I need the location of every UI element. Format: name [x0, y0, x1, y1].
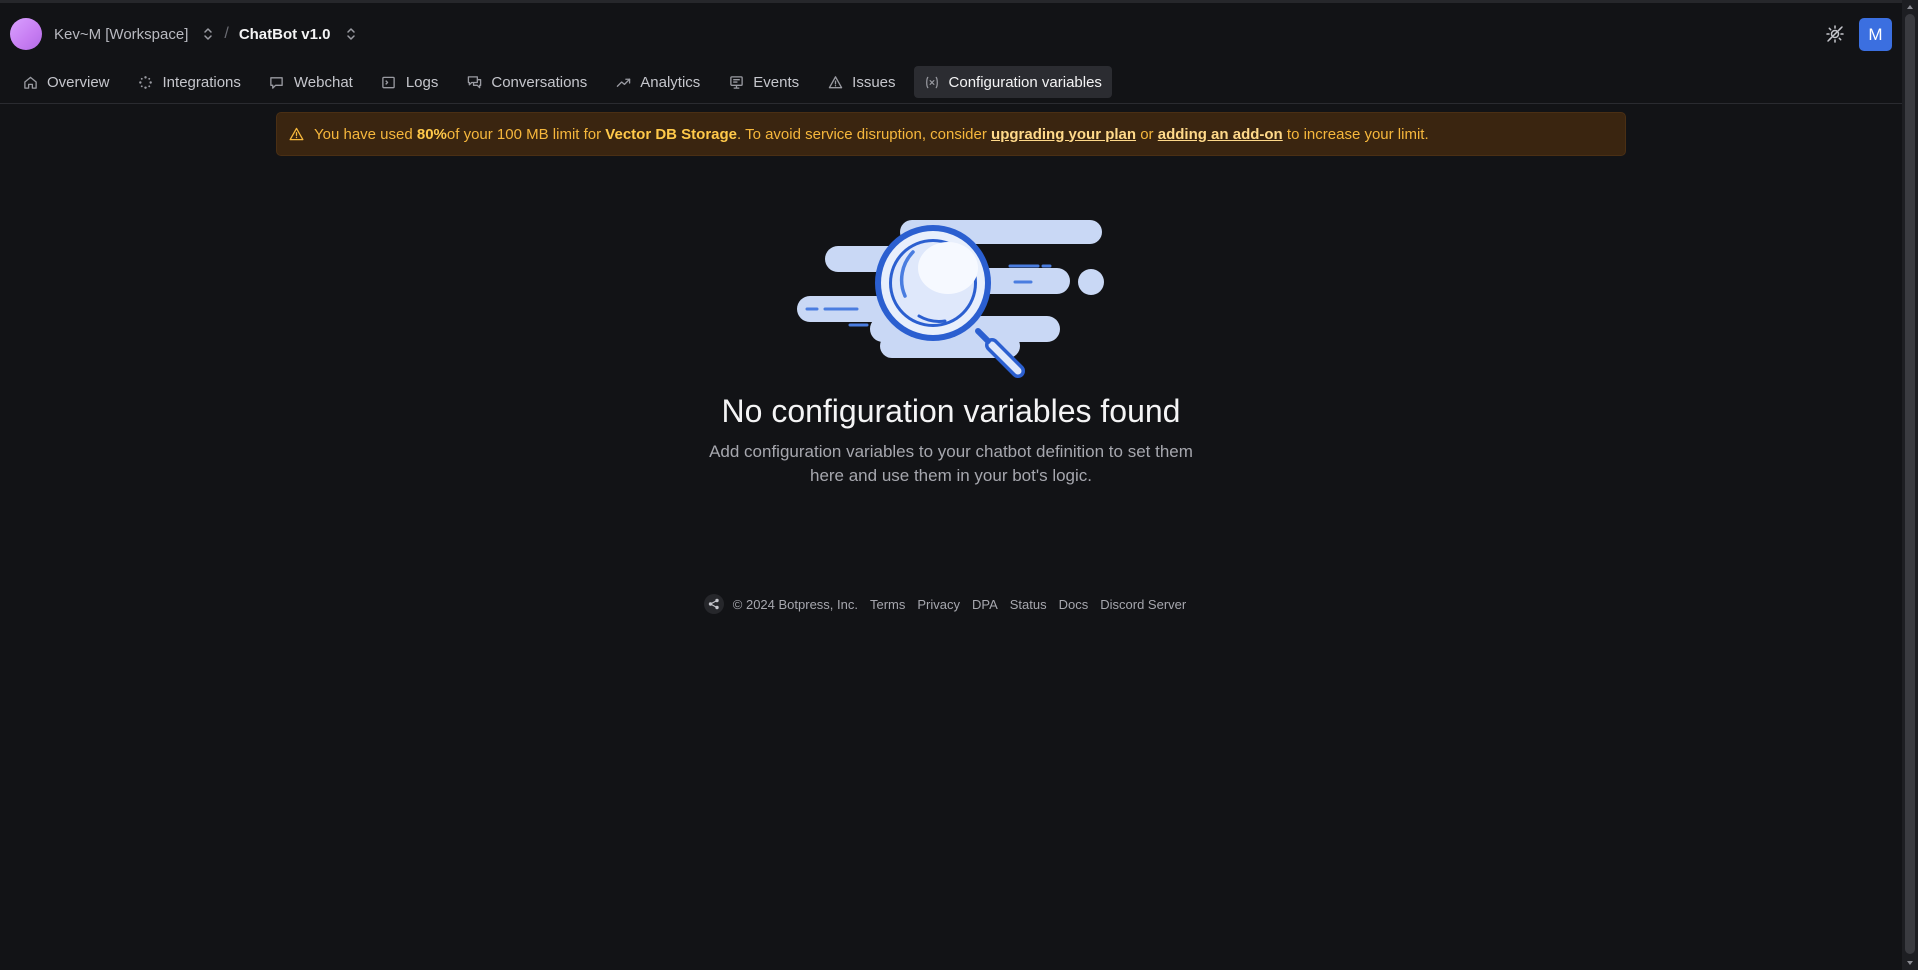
chat-bubble-icon: [269, 74, 285, 90]
tab-label: Analytics: [640, 73, 701, 91]
warning-icon: [289, 127, 304, 141]
trend-icon: [615, 74, 631, 90]
workspace-avatar[interactable]: [10, 18, 42, 50]
footer-link-docs[interactable]: Docs: [1059, 597, 1089, 612]
user-avatar[interactable]: M: [1859, 18, 1892, 51]
terminal-icon: [381, 74, 397, 90]
footer-link-privacy[interactable]: Privacy: [917, 597, 960, 612]
banner-text: or: [1140, 125, 1154, 143]
bot-name[interactable]: ChatBot v1.0: [239, 26, 331, 43]
footer: © 2024 Botpress, Inc. Terms Privacy DPA …: [0, 593, 1902, 615]
integrations-icon: [138, 74, 154, 90]
monitor-icon: [728, 74, 744, 90]
tab-overview[interactable]: Overview: [12, 66, 120, 98]
empty-state-title: No configuration variables found: [721, 393, 1181, 429]
banner-text: . To avoid service disruption, consider: [737, 125, 987, 143]
tab-label: Webchat: [293, 73, 353, 91]
usage-warning-banner: You have used 80% of your 100 MB limit f…: [276, 112, 1626, 156]
tab-analytics[interactable]: Analytics: [605, 66, 710, 98]
chevron-up-down-icon[interactable]: [202, 26, 214, 42]
footer-link-terms[interactable]: Terms: [870, 597, 905, 612]
tab-issues[interactable]: Issues: [817, 66, 905, 98]
tab-label: Issues: [852, 73, 896, 91]
footer-link-discord[interactable]: Discord Server: [1100, 597, 1186, 612]
tab-conversations[interactable]: Conversations: [456, 66, 597, 98]
upgrade-plan-link[interactable]: upgrading your plan: [991, 126, 1136, 143]
workspace-name[interactable]: Kev~M [Workspace]: [54, 26, 188, 43]
vertical-scrollbar[interactable]: [1902, 0, 1918, 970]
empty-state-description: Add configuration variables to your chat…: [709, 442, 1193, 485]
tab-events[interactable]: Events: [718, 66, 809, 98]
tab-label: Events: [753, 73, 800, 91]
breadcrumb-separator: /: [224, 25, 229, 42]
chevron-up-down-icon[interactable]: [345, 26, 357, 42]
tab-label: Configuration variables: [948, 73, 1102, 91]
scroll-up-icon[interactable]: [1906, 3, 1914, 11]
warning-icon: [827, 74, 843, 90]
breadcrumb: Kev~M [Workspace] / ChatBot v1.0: [10, 17, 357, 51]
tab-label: Integrations: [162, 73, 241, 91]
tab-logs[interactable]: Logs: [371, 66, 449, 98]
conversations-icon: [466, 74, 482, 90]
footer-link-dpa[interactable]: DPA: [972, 597, 998, 612]
tab-configuration-variables[interactable]: Configuration variables: [913, 66, 1112, 98]
home-icon: [22, 74, 38, 90]
tab-integrations[interactable]: Integrations: [128, 66, 251, 98]
add-on-link[interactable]: adding an add-on: [1158, 126, 1283, 143]
footer-link-status[interactable]: Status: [1010, 597, 1047, 612]
copyright-text: © 2024 Botpress, Inc.: [732, 596, 858, 612]
scrollbar-thumb[interactable]: [1905, 14, 1915, 954]
tab-label: Overview: [47, 73, 110, 91]
share-icon[interactable]: [703, 594, 724, 614]
tab-webchat[interactable]: Webchat: [259, 66, 363, 98]
resource-name: Vector DB Storage: [605, 125, 738, 143]
banner-text: to increase your limit.: [1286, 125, 1429, 143]
banner-text: You have used: [314, 125, 413, 143]
nav-tabs: Overview Integrations Webchat Logs Conve…: [12, 66, 1120, 98]
top-bar: Kev~M [Workspace] / ChatBot v1.0 M Overv…: [0, 0, 1902, 104]
usage-percent: 80%: [416, 125, 447, 143]
theme-toggle-icon[interactable]: [1823, 22, 1847, 46]
scroll-down-icon[interactable]: [1906, 959, 1914, 967]
magnifier-illustration: [795, 216, 1107, 382]
tab-label: Conversations: [491, 73, 588, 91]
banner-text: of your 100 MB limit for: [446, 125, 602, 143]
tab-label: Logs: [405, 73, 439, 91]
variable-icon: [924, 74, 940, 90]
